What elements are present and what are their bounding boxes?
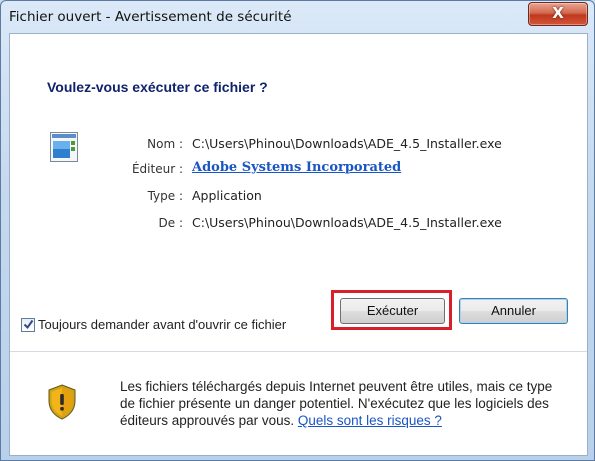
close-icon: X xyxy=(552,4,564,22)
type-value: Application xyxy=(192,188,262,203)
risks-link[interactable]: Quels sont les risques ? xyxy=(298,413,442,428)
publisher-link[interactable]: Adobe Systems Incorporated xyxy=(192,160,401,175)
run-button[interactable]: Exécuter xyxy=(340,298,445,324)
always-ask-label: Toujours demander avant d'ouvrir ce fich… xyxy=(38,317,287,332)
type-label: Type : xyxy=(147,189,183,203)
always-ask-checkbox[interactable] xyxy=(21,318,35,332)
dialog-heading: Voulez-vous exécuter ce fichier ? xyxy=(47,79,268,95)
name-label: Nom : xyxy=(147,137,183,151)
file-info-panel: Voulez-vous exécuter ce fichier ? Nom : … xyxy=(10,34,587,351)
dialog-body: Voulez-vous exécuter ce fichier ? Nom : … xyxy=(9,33,588,456)
close-button[interactable]: X xyxy=(528,2,588,26)
publisher-label: Éditeur : xyxy=(131,162,183,176)
security-warning-dialog: Fichier ouvert - Avertissement de sécuri… xyxy=(0,0,595,461)
window-title: Fichier ouvert - Avertissement de sécuri… xyxy=(9,9,292,25)
cancel-button[interactable]: Annuler xyxy=(459,298,568,324)
title-bar[interactable]: Fichier ouvert - Avertissement de sécuri… xyxy=(1,1,594,33)
checkmark-icon xyxy=(23,319,34,330)
name-value: C:\Users\Phinou\Downloads\ADE_4.5_Instal… xyxy=(192,136,502,151)
warning-panel: Les fichiers téléchargés depuis Internet… xyxy=(10,352,587,455)
warning-text: Les fichiers téléchargés depuis Internet… xyxy=(120,378,570,429)
from-label: De : xyxy=(158,216,183,230)
from-value: C:\Users\Phinou\Downloads\ADE_4.5_Instal… xyxy=(192,215,502,230)
security-shield-icon xyxy=(48,384,76,420)
